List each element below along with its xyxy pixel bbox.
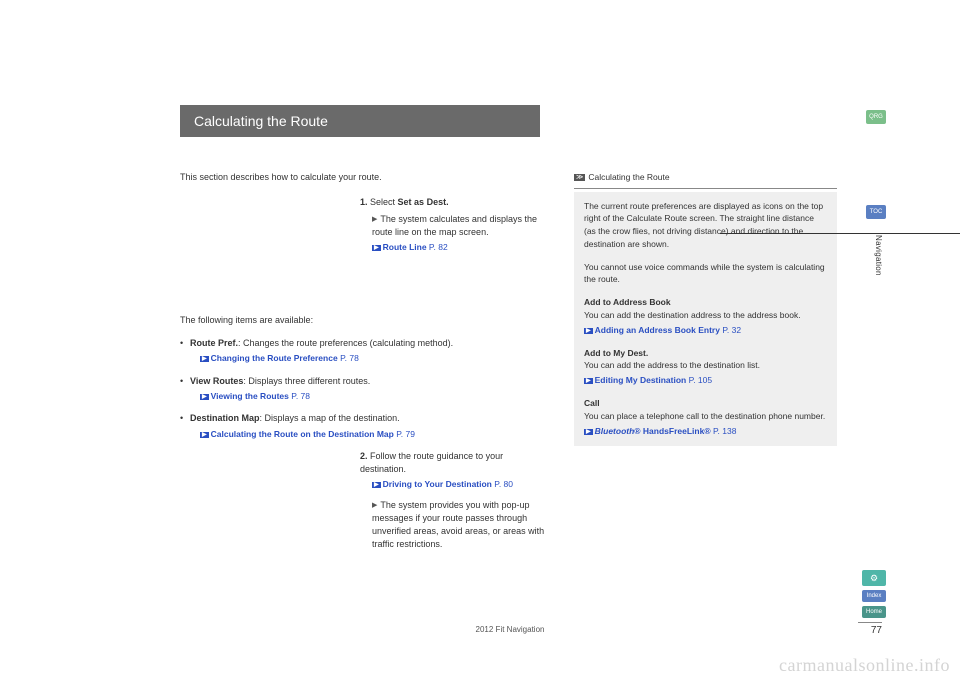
- step-1-bold: Set as Dest.: [398, 197, 449, 207]
- bullet-text: : Changes the route preferences (calcula…: [238, 338, 453, 348]
- sidebar-title-text: Calculating the Route: [588, 172, 669, 182]
- step-1-detail: The system calculates and displays the r…: [180, 213, 550, 254]
- link-label-rest: ® HandsFreeLink®: [634, 426, 710, 436]
- step-1-text: Select: [370, 197, 398, 207]
- bullet-bold: Route Pref.: [190, 338, 238, 348]
- step-2-detail: The system provides you with pop-up mess…: [180, 499, 550, 551]
- bullet-view-routes: View Routes: Displays three different ro…: [180, 375, 550, 403]
- link-icon: [200, 353, 211, 363]
- page-title: Calculating the Route: [180, 105, 540, 137]
- link-icon: [372, 479, 383, 489]
- step-1: 1. Select Set as Dest.: [180, 196, 550, 209]
- link-page: P. 78: [340, 353, 359, 363]
- link-label: Adding an Address Book Entry: [595, 325, 720, 335]
- bullet-bold: View Routes: [190, 376, 243, 386]
- link-page: P. 82: [429, 242, 448, 252]
- page-number: 77: [858, 622, 882, 636]
- link-route-line[interactable]: Route Line P. 82: [372, 241, 550, 254]
- manual-page: Calculating the Route This section descr…: [180, 105, 840, 625]
- tab-voice[interactable]: ⚙: [862, 570, 886, 586]
- link-my-destination[interactable]: Editing My Destination P. 105: [584, 374, 827, 387]
- link-route-pref[interactable]: Changing the Route Preference P. 78: [200, 352, 550, 365]
- link-icon: [584, 375, 595, 385]
- link-label: Viewing the Routes: [211, 391, 289, 401]
- footer-text: 2012 Fit Navigation: [180, 625, 840, 634]
- link-icon: [200, 391, 211, 401]
- step-1-number: 1.: [360, 197, 368, 207]
- sidebar-dest-heading: Add to My Dest.: [584, 348, 648, 358]
- sidebar-p1: The current route preferences are displa…: [584, 200, 827, 251]
- tab-qrg[interactable]: QRG: [866, 110, 886, 124]
- step-2-number: 2.: [360, 451, 368, 461]
- sidebar-addr-heading: Add to Address Book: [584, 297, 671, 307]
- tab-home[interactable]: Home: [862, 606, 886, 618]
- link-page: P. 79: [396, 429, 415, 439]
- tab-toc[interactable]: TOC: [866, 205, 886, 219]
- step-2: 2. Follow the route guidance to your des…: [180, 450, 550, 491]
- link-page: P. 105: [689, 375, 712, 385]
- sidebar-title: Calculating the Route: [574, 171, 837, 189]
- link-label: Editing My Destination: [595, 375, 687, 385]
- link-dest-map[interactable]: Calculating the Route on the Destination…: [200, 428, 550, 441]
- link-bluetooth[interactable]: Bluetooth® HandsFreeLink® P. 138: [584, 425, 827, 438]
- side-tabs: QRG TOC Navigation: [866, 110, 886, 130]
- main-column: This section describes how to calculate …: [180, 171, 550, 551]
- link-page: P. 138: [713, 426, 736, 436]
- link-view-routes[interactable]: Viewing the Routes P. 78: [200, 390, 550, 403]
- step-1-sub: The system calculates and displays the r…: [372, 213, 550, 239]
- link-icon: [584, 426, 595, 436]
- link-icon: [372, 242, 383, 252]
- link-label-italic: Bluetooth: [595, 426, 635, 436]
- sidebar-call-text: You can place a telephone call to the de…: [584, 411, 825, 421]
- link-icon: [200, 429, 211, 439]
- link-label: Calculating the Route on the Destination…: [211, 429, 394, 439]
- available-intro: The following items are available:: [180, 314, 550, 327]
- link-icon: [584, 325, 595, 335]
- step-2-sub: The system provides you with pop-up mess…: [372, 499, 550, 551]
- link-driving[interactable]: Driving to Your Destination P. 80: [360, 478, 550, 491]
- link-page: P. 78: [291, 391, 310, 401]
- sidebar-p2: You cannot use voice commands while the …: [584, 261, 827, 287]
- tab-index[interactable]: Index: [862, 590, 886, 602]
- bullet-route-pref: Route Pref.: Changes the route preferenc…: [180, 337, 550, 365]
- link-page: P. 32: [722, 325, 741, 335]
- bullet-dest-map: Destination Map: Displays a map of the d…: [180, 412, 550, 440]
- content-columns: This section describes how to calculate …: [180, 171, 840, 551]
- sidebar-title-icon: [574, 172, 588, 182]
- bullet-bold: Destination Map: [190, 413, 260, 423]
- link-address-book[interactable]: Adding an Address Book Entry P. 32: [584, 324, 827, 337]
- link-label: Driving to Your Destination: [383, 479, 492, 489]
- sidebar-addr-text: You can add the destination address to t…: [584, 310, 801, 320]
- bottom-tabs: ⚙ Index Home: [862, 570, 886, 618]
- link-label: Changing the Route Preference: [211, 353, 338, 363]
- bullet-text: : Displays three different routes.: [243, 376, 370, 386]
- sidebar-dest-text: You can add the address to the destinati…: [584, 360, 760, 370]
- sidebar-box: The current route preferences are displa…: [574, 192, 837, 446]
- intro-text: This section describes how to calculate …: [180, 171, 550, 184]
- header-rule: [720, 233, 960, 234]
- tab-navigation[interactable]: Navigation: [874, 235, 883, 276]
- sidebar-column: Calculating the Route The current route …: [574, 171, 837, 551]
- watermark: carmanualsonline.info: [779, 655, 950, 676]
- link-label: Route Line: [383, 242, 427, 252]
- link-page: P. 80: [494, 479, 513, 489]
- step-2-text: Follow the route guidance to your destin…: [360, 451, 503, 474]
- sidebar-call-heading: Call: [584, 398, 600, 408]
- bullet-text: : Displays a map of the destination.: [260, 413, 400, 423]
